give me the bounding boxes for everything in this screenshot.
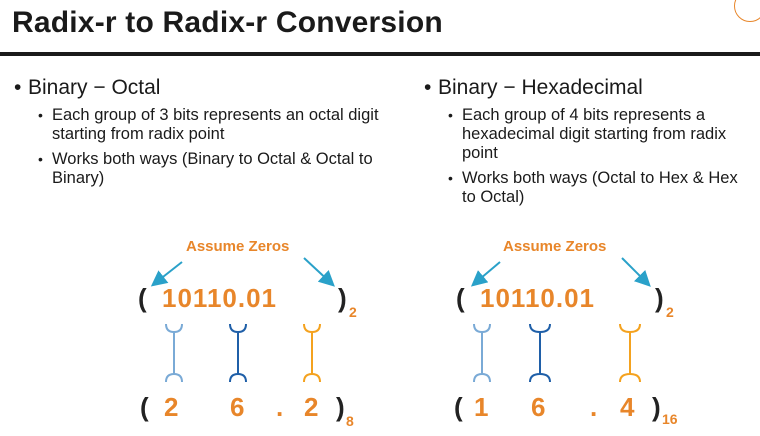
binary-digits: 10110.01 <box>480 283 595 313</box>
arrow-right-icon <box>621 257 651 287</box>
arrow-left-icon <box>470 261 501 287</box>
open-paren: ( <box>456 283 465 313</box>
assume-zeros-label: Assume Zeros <box>503 238 606 255</box>
octal-diagram: Assume Zeros ( 10110.01 ) 2 ( 2 6 . 2) … <box>138 238 357 429</box>
brace-orange <box>619 323 641 383</box>
binary-digits: 10110.01 <box>162 283 277 313</box>
octal-digit: 2 <box>164 392 179 422</box>
result-radix-subscript: 8 <box>346 413 354 429</box>
hex-digit: 1 <box>474 392 489 422</box>
hex-digit: 6 <box>531 392 546 422</box>
conversion-diagrams: Assume Zeros ( 10110.01 ) 2 ( 2 6 . 2) … <box>138 238 678 429</box>
close-paren: ) <box>655 283 664 313</box>
brace-orange <box>303 323 321 383</box>
radix-subscript: 2 <box>349 304 357 320</box>
octal-digit: 6 <box>230 392 245 422</box>
assume-zeros-label: Assume Zeros <box>186 238 289 255</box>
result-open-paren: ( <box>140 392 149 422</box>
octal-digit: 2 <box>304 392 319 422</box>
radix-point: . <box>276 392 284 422</box>
brace-dark-blue <box>229 323 247 383</box>
radix-subscript: 2 <box>666 304 674 320</box>
open-paren: ( <box>138 283 147 313</box>
result-radix-subscript: 16 <box>662 411 678 427</box>
brace-light-blue <box>473 323 491 383</box>
result-close-paren: ) <box>336 392 345 422</box>
hex-diagram: Assume Zeros ( 10110.01 ) 2 ( 1 6 . 4 ) <box>454 238 678 427</box>
brace-dark-blue <box>529 323 551 383</box>
arrow-right-icon <box>303 257 335 287</box>
result-open-paren: ( <box>454 392 463 422</box>
arrow-left-icon <box>150 261 183 287</box>
radix-point: . <box>590 392 598 422</box>
brace-light-blue <box>165 323 183 383</box>
result-close-paren: ) <box>652 392 661 422</box>
close-paren: ) <box>338 283 347 313</box>
hex-digit: 4 <box>620 392 635 422</box>
